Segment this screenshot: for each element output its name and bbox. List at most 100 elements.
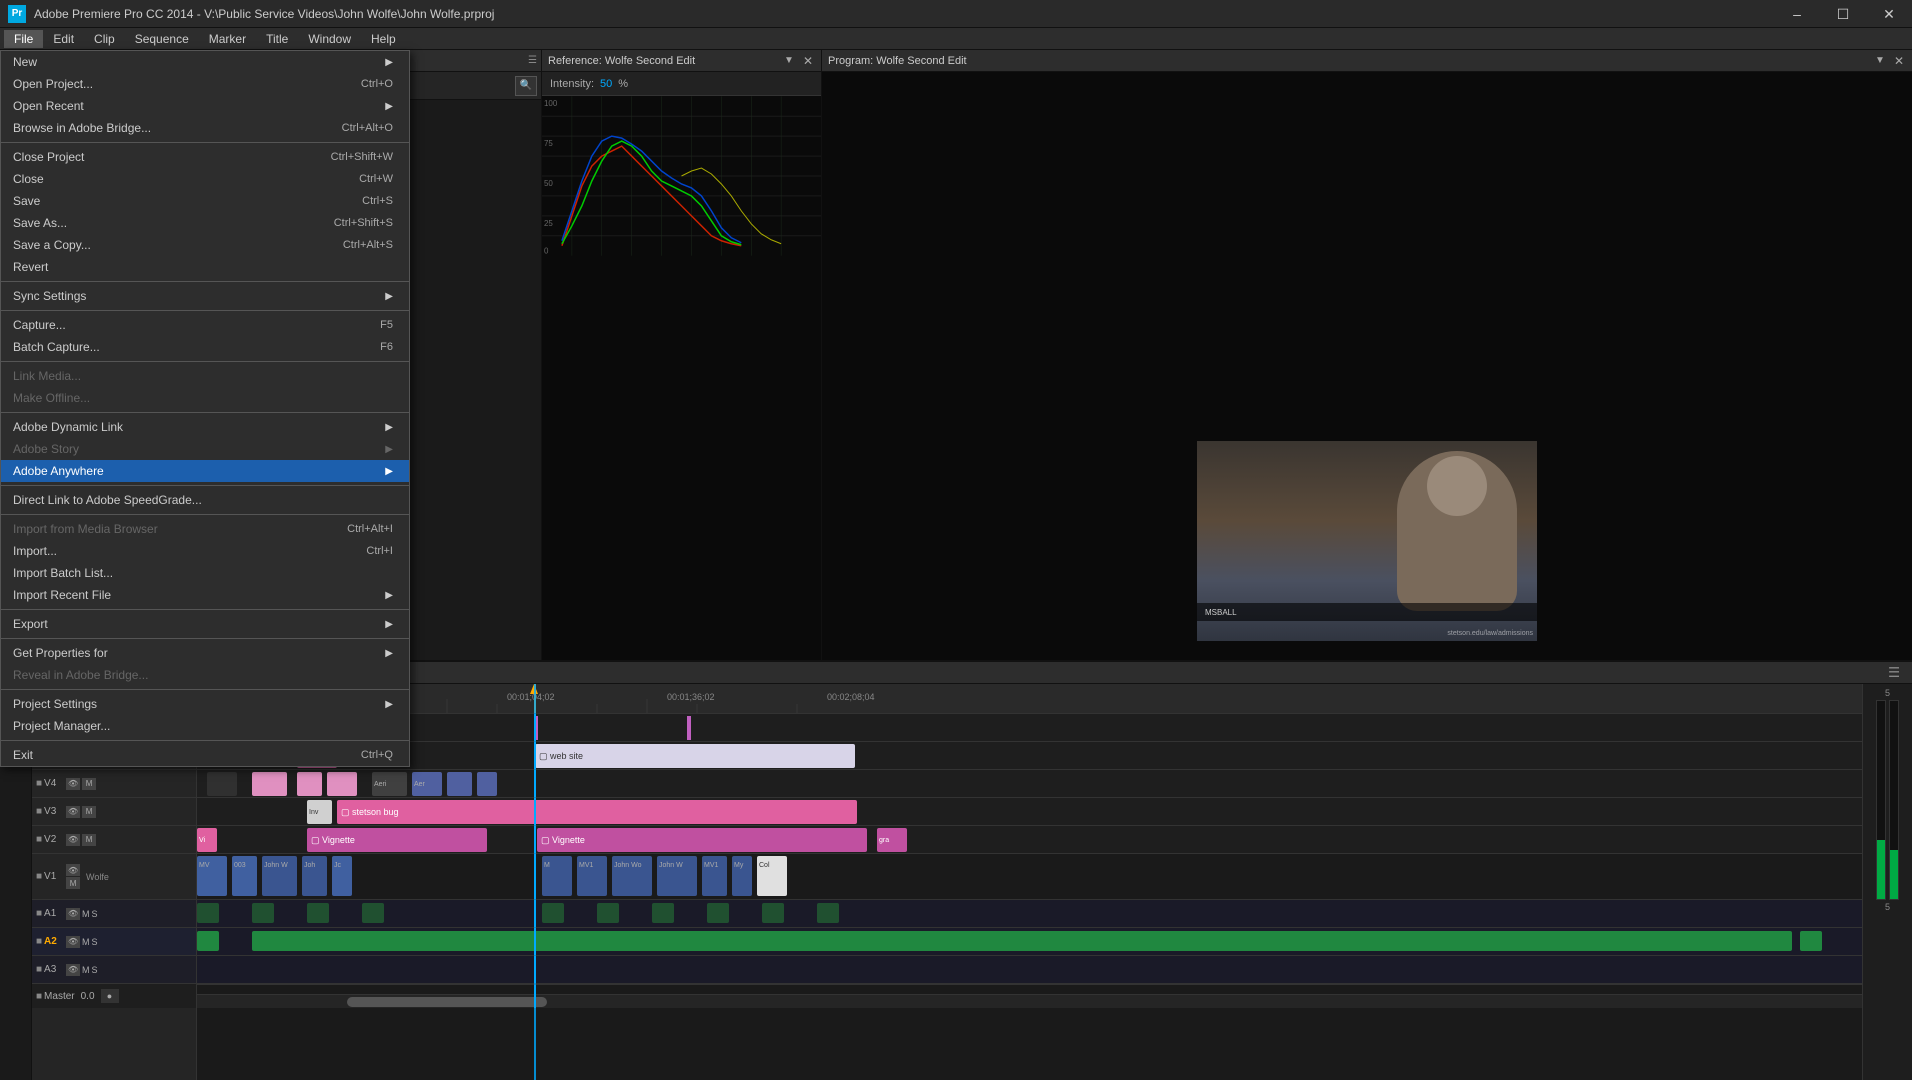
menu-import-batch-list[interactable]: Import Batch List... [1,562,409,584]
v3-mute[interactable]: M [82,806,96,818]
menu-reveal-bridge[interactable]: Reveal in Adobe Bridge... [1,664,409,686]
v1-johnw1[interactable]: John W [262,856,297,896]
clip-menu-item[interactable]: Clip [84,30,125,48]
v4-clip1[interactable] [207,772,237,796]
v1-003[interactable]: 003 [232,856,257,896]
v1-toggle[interactable]: 👁 [66,864,80,876]
v4-sync-btn[interactable]: ■ [36,778,42,789]
timeline-scrollbar-area[interactable] [197,994,1862,1008]
marker-menu-item[interactable]: Marker [199,30,256,48]
minimize-button[interactable]: – [1774,0,1820,28]
menu-project-settings[interactable]: Project Settings ▶ [1,693,409,715]
v2-gra-clip[interactable]: gra [877,828,907,852]
panel-menu-btn[interactable]: ☰ [528,55,537,66]
menu-direct-link-speedgrade[interactable]: Direct Link to Adobe SpeedGrade... [1,489,409,511]
menu-new[interactable]: New ▶ [1,51,409,73]
menu-open-recent[interactable]: Open Recent ▶ [1,95,409,117]
menu-import-recent-file[interactable]: Import Recent File ▶ [1,584,409,606]
v2-vignette2[interactable]: ▢ Vignette [537,828,867,852]
v5-website-clip[interactable]: ▢ web site [535,744,855,768]
a2-sync-btn[interactable]: ■ [36,936,42,947]
menu-sync-settings[interactable]: Sync Settings ▶ [1,285,409,307]
v1-m1[interactable]: M [542,856,572,896]
a1-clip4[interactable] [362,903,384,923]
ref-settings-btn[interactable]: ▼ [781,54,797,68]
v1-col[interactable]: Col [757,856,787,896]
master-sync-btn[interactable]: ■ [36,991,42,1002]
menu-close-project[interactable]: Close Project Ctrl+Shift+W [1,146,409,168]
menu-close[interactable]: Close Ctrl+W [1,168,409,190]
v4-clip-aer2[interactable] [447,772,472,796]
a1-clip7[interactable] [652,903,674,923]
menu-adobe-anywhere[interactable]: Adobe Anywhere ▶ [1,460,409,482]
v4-toggle[interactable]: 👁 [66,778,80,790]
menu-import[interactable]: Import... Ctrl+I [1,540,409,562]
a2-start-clip[interactable] [197,931,219,951]
a1-clip5[interactable] [542,903,564,923]
a1-clip6[interactable] [597,903,619,923]
menu-revert[interactable]: Revert [1,256,409,278]
v1-johnw2[interactable]: John Wo [612,856,652,896]
a1-sync-btn[interactable]: ■ [36,908,42,919]
a3-toggle[interactable]: 👁 [66,964,80,976]
v3-stetson-clip[interactable]: ▢ stetson bug [337,800,857,824]
v1-my[interactable]: My [732,856,752,896]
edit-menu-item[interactable]: Edit [43,30,84,48]
menu-get-properties[interactable]: Get Properties for ▶ [1,642,409,664]
v4-mute[interactable]: M [82,778,96,790]
v3-inv-clip[interactable]: Inv [307,800,332,824]
v4-clip-aer1[interactable]: Aer [412,772,442,796]
menu-adobe-story[interactable]: Adobe Story ▶ [1,438,409,460]
v3-toggle[interactable]: 👁 [66,806,80,818]
window-controls[interactable]: – ☐ ✕ [1774,0,1912,28]
menu-save-copy[interactable]: Save a Copy... Ctrl+Alt+S [1,234,409,256]
v1-johnw3[interactable]: John W [657,856,697,896]
menu-capture[interactable]: Capture... F5 [1,314,409,336]
a1-toggle[interactable]: 👁 [66,908,80,920]
ref-close-btn[interactable]: ✕ [801,54,815,68]
v1-joh[interactable]: Joh [302,856,327,896]
search-btn[interactable]: 🔍 [515,76,537,96]
v2-vignette1[interactable]: ▢ Vignette [307,828,487,852]
menu-open-project[interactable]: Open Project... Ctrl+O [1,73,409,95]
v4-clip-aer3[interactable] [477,772,497,796]
menu-project-manager[interactable]: Project Manager... [1,715,409,737]
v1-mv1b[interactable]: MV1 [577,856,607,896]
menu-export[interactable]: Export ▶ [1,613,409,635]
a1-clip3[interactable] [307,903,329,923]
menu-exit[interactable]: Exit Ctrl+Q [1,744,409,766]
v2-sync-btn[interactable]: ■ [36,834,42,845]
timeline-scrollbar-thumb[interactable] [347,997,547,1007]
a1-clip9[interactable] [762,903,784,923]
v4-clip-aeri1[interactable]: Aeri [372,772,407,796]
a1-clip2[interactable] [252,903,274,923]
a2-toggle[interactable]: 👁 [66,936,80,948]
menu-link-media[interactable]: Link Media... [1,365,409,387]
v3-sync-btn[interactable]: ■ [36,806,42,817]
master-knob[interactable]: ● [101,989,119,1003]
v2-toggle[interactable]: 👁 [66,834,80,846]
v1-mv1c[interactable]: MV1 [702,856,727,896]
v4-clip2[interactable] [252,772,287,796]
prog-close-btn[interactable]: ✕ [1892,54,1906,68]
menu-browse-bridge[interactable]: Browse in Adobe Bridge... Ctrl+Alt+O [1,117,409,139]
help-menu-item[interactable]: Help [361,30,406,48]
menu-batch-capture[interactable]: Batch Capture... F6 [1,336,409,358]
menu-save-as[interactable]: Save As... Ctrl+Shift+S [1,212,409,234]
panel-settings-btn[interactable]: ☰ [1884,665,1904,681]
a2-end-clip[interactable] [1800,931,1822,951]
v1-mute[interactable]: M [66,877,80,889]
v2-mute[interactable]: M [82,834,96,846]
a1-clip1[interactable] [197,903,219,923]
v1-mv1[interactable]: MV [197,856,227,896]
v4-clip4[interactable] [327,772,357,796]
file-menu-item[interactable]: File [4,30,43,48]
a3-sync-btn[interactable]: ■ [36,964,42,975]
window-menu-item[interactable]: Window [298,30,361,48]
v4-clip3[interactable] [297,772,322,796]
v6-clip2[interactable] [687,716,691,740]
menu-make-offline[interactable]: Make Offline... [1,387,409,409]
v1-jc[interactable]: Jc [332,856,352,896]
close-button[interactable]: ✕ [1866,0,1912,28]
menu-adobe-dynamic-link[interactable]: Adobe Dynamic Link ▶ [1,416,409,438]
